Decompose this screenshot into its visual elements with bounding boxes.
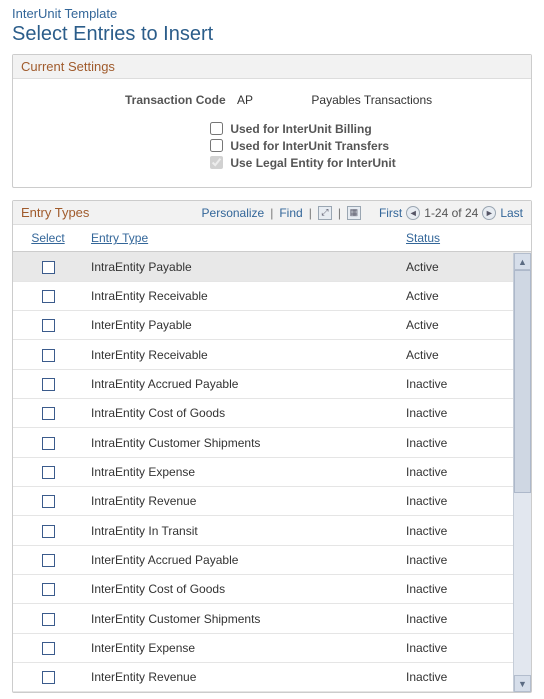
row-entry-type: InterEntity Expense [83, 633, 398, 662]
scroll-up-icon[interactable]: ▲ [514, 253, 531, 270]
row-select-checkbox[interactable] [42, 261, 55, 274]
row-status: Inactive [398, 604, 513, 633]
row-select-checkbox[interactable] [42, 583, 55, 596]
row-status: Inactive [398, 399, 513, 428]
row-select-checkbox[interactable] [42, 671, 55, 684]
column-status[interactable]: Status [398, 225, 513, 252]
interunit-transfers-label: Used for InterUnit Transfers [230, 139, 389, 153]
last-link[interactable]: Last [500, 206, 523, 220]
scroll-thumb[interactable] [514, 270, 531, 493]
interunit-transfers-checkbox[interactable] [210, 139, 223, 152]
table-row: IntraEntity ExpenseInactive [13, 457, 531, 486]
table-row: IntraEntity Customer ShipmentsInactive [13, 428, 531, 457]
row-entry-type: InterEntity Accrued Payable [83, 545, 398, 574]
transaction-code-value: AP [237, 93, 253, 107]
spreadsheet-icon[interactable]: ▦ [347, 206, 361, 220]
row-status: Inactive [398, 575, 513, 604]
row-select-checkbox[interactable] [42, 290, 55, 303]
table-row: IntraEntity Cost of GoodsInactive [13, 399, 531, 428]
personalize-link[interactable]: Personalize [202, 206, 265, 220]
scrollbar-gap [513, 225, 531, 252]
row-select-checkbox[interactable] [42, 319, 55, 332]
row-entry-type: InterEntity Receivable [83, 340, 398, 369]
row-select-checkbox[interactable] [42, 554, 55, 567]
column-entry-type[interactable]: Entry Type [83, 225, 398, 252]
row-entry-type: IntraEntity Revenue [83, 487, 398, 516]
row-entry-type: IntraEntity In Transit [83, 516, 398, 545]
table-row: IntraEntity Accrued PayableInactive [13, 369, 531, 398]
table-row: IntraEntity In TransitInactive [13, 516, 531, 545]
row-status: Inactive [398, 663, 513, 692]
prev-arrow-icon[interactable]: ◄ [406, 206, 420, 220]
zoom-icon[interactable]: ⤢ [318, 206, 332, 220]
entry-types-grid: Entry Types Personalize | Find | ⤢ | ▦ F… [12, 200, 532, 693]
row-status: Inactive [398, 457, 513, 486]
column-select[interactable]: Select [13, 225, 83, 252]
row-entry-type: IntraEntity Customer Shipments [83, 428, 398, 457]
app-title: InterUnit Template [12, 6, 532, 23]
row-range: 1-24 of 24 [424, 206, 478, 220]
row-select-checkbox[interactable] [42, 525, 55, 538]
row-entry-type: IntraEntity Cost of Goods [83, 399, 398, 428]
find-link[interactable]: Find [279, 206, 302, 220]
row-entry-type: IntraEntity Receivable [83, 281, 398, 310]
grid-scrollbar[interactable]: ▲ ▼ [513, 253, 531, 692]
interunit-billing-checkbox[interactable] [210, 122, 223, 135]
row-status: Active [398, 281, 513, 310]
page-title: Select Entries to Insert [12, 23, 532, 46]
row-status: Inactive [398, 633, 513, 662]
table-row: InterEntity ExpenseInactive [13, 633, 531, 662]
row-entry-type: IntraEntity Payable [83, 252, 398, 281]
scroll-track[interactable] [514, 270, 531, 675]
row-select-checkbox[interactable] [42, 437, 55, 450]
table-row: InterEntity Accrued PayableInactive [13, 545, 531, 574]
scroll-down-icon[interactable]: ▼ [514, 675, 531, 692]
table-row: InterEntity Cost of GoodsInactive [13, 575, 531, 604]
separator: | [309, 206, 312, 220]
table-row: IntraEntity RevenueInactive [13, 487, 531, 516]
first-link[interactable]: First [379, 206, 402, 220]
separator: | [270, 206, 273, 220]
next-arrow-icon[interactable]: ► [482, 206, 496, 220]
row-status: Inactive [398, 487, 513, 516]
legal-entity-label: Use Legal Entity for InterUnit [230, 155, 395, 169]
table-row: InterEntity Customer ShipmentsInactive [13, 604, 531, 633]
row-entry-type: IntraEntity Accrued Payable [83, 369, 398, 398]
row-entry-type: InterEntity Cost of Goods [83, 575, 398, 604]
table-row: InterEntity ReceivableActive [13, 340, 531, 369]
row-select-checkbox[interactable] [42, 642, 55, 655]
entry-types-header: Entry Types [21, 205, 89, 220]
transaction-code-label: Transaction Code [125, 93, 226, 107]
row-status: Inactive [398, 516, 513, 545]
row-entry-type: InterEntity Payable [83, 311, 398, 340]
legal-entity-checkbox[interactable] [210, 156, 223, 169]
row-status: Inactive [398, 369, 513, 398]
table-row: IntraEntity PayableActive [13, 252, 531, 281]
row-status: Inactive [398, 545, 513, 574]
row-entry-type: IntraEntity Expense [83, 457, 398, 486]
row-entry-type: InterEntity Revenue [83, 663, 398, 692]
entry-types-table: Select Entry Type Status IntraEntity Pay… [13, 225, 531, 692]
row-select-checkbox[interactable] [42, 613, 55, 626]
transaction-code-description: Payables Transactions [311, 93, 432, 107]
row-select-checkbox[interactable] [42, 349, 55, 362]
table-row: InterEntity RevenueInactive [13, 663, 531, 692]
row-select-checkbox[interactable] [42, 495, 55, 508]
interunit-billing-label: Used for InterUnit Billing [230, 122, 371, 136]
row-status: Active [398, 252, 513, 281]
row-select-checkbox[interactable] [42, 466, 55, 479]
current-settings-header: Current Settings [13, 55, 531, 79]
current-settings-section: Current Settings Transaction Code AP Pay… [12, 54, 532, 188]
table-row: InterEntity PayableActive [13, 311, 531, 340]
row-status: Active [398, 340, 513, 369]
table-row: IntraEntity ReceivableActive [13, 281, 531, 310]
row-select-checkbox[interactable] [42, 407, 55, 420]
separator: | [338, 206, 341, 220]
row-status: Active [398, 311, 513, 340]
row-status: Inactive [398, 428, 513, 457]
row-select-checkbox[interactable] [42, 378, 55, 391]
row-entry-type: InterEntity Customer Shipments [83, 604, 398, 633]
